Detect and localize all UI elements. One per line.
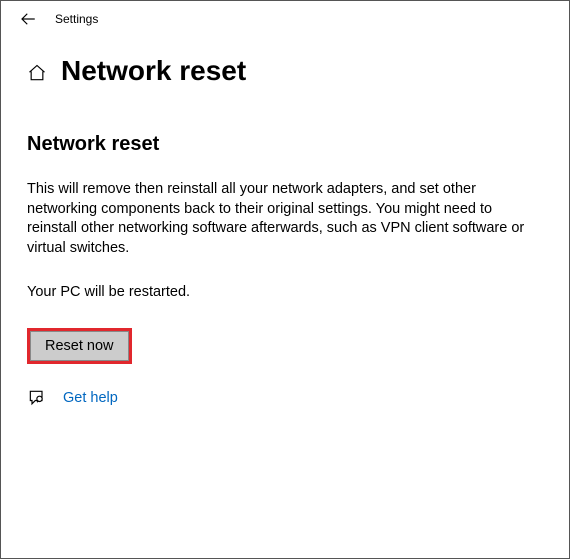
home-icon[interactable] [27,63,47,83]
reset-now-button[interactable]: Reset now [30,331,129,361]
reset-button-highlight: Reset now [27,328,132,364]
content-area: Network reset This will remove then rein… [1,87,569,408]
page-header: Network reset [1,37,569,87]
section-description: This will remove then reinstall all your… [27,180,527,258]
section-title: Network reset [27,133,535,156]
get-help-icon [27,388,47,408]
restart-note: Your PC will be restarted. [27,284,535,300]
get-help-link[interactable]: Get help [63,390,118,406]
page-title: Network reset [61,55,246,87]
back-arrow-icon[interactable] [19,10,37,28]
help-row: Get help [27,388,535,408]
app-title: Settings [55,12,98,26]
top-bar: Settings [1,1,569,37]
